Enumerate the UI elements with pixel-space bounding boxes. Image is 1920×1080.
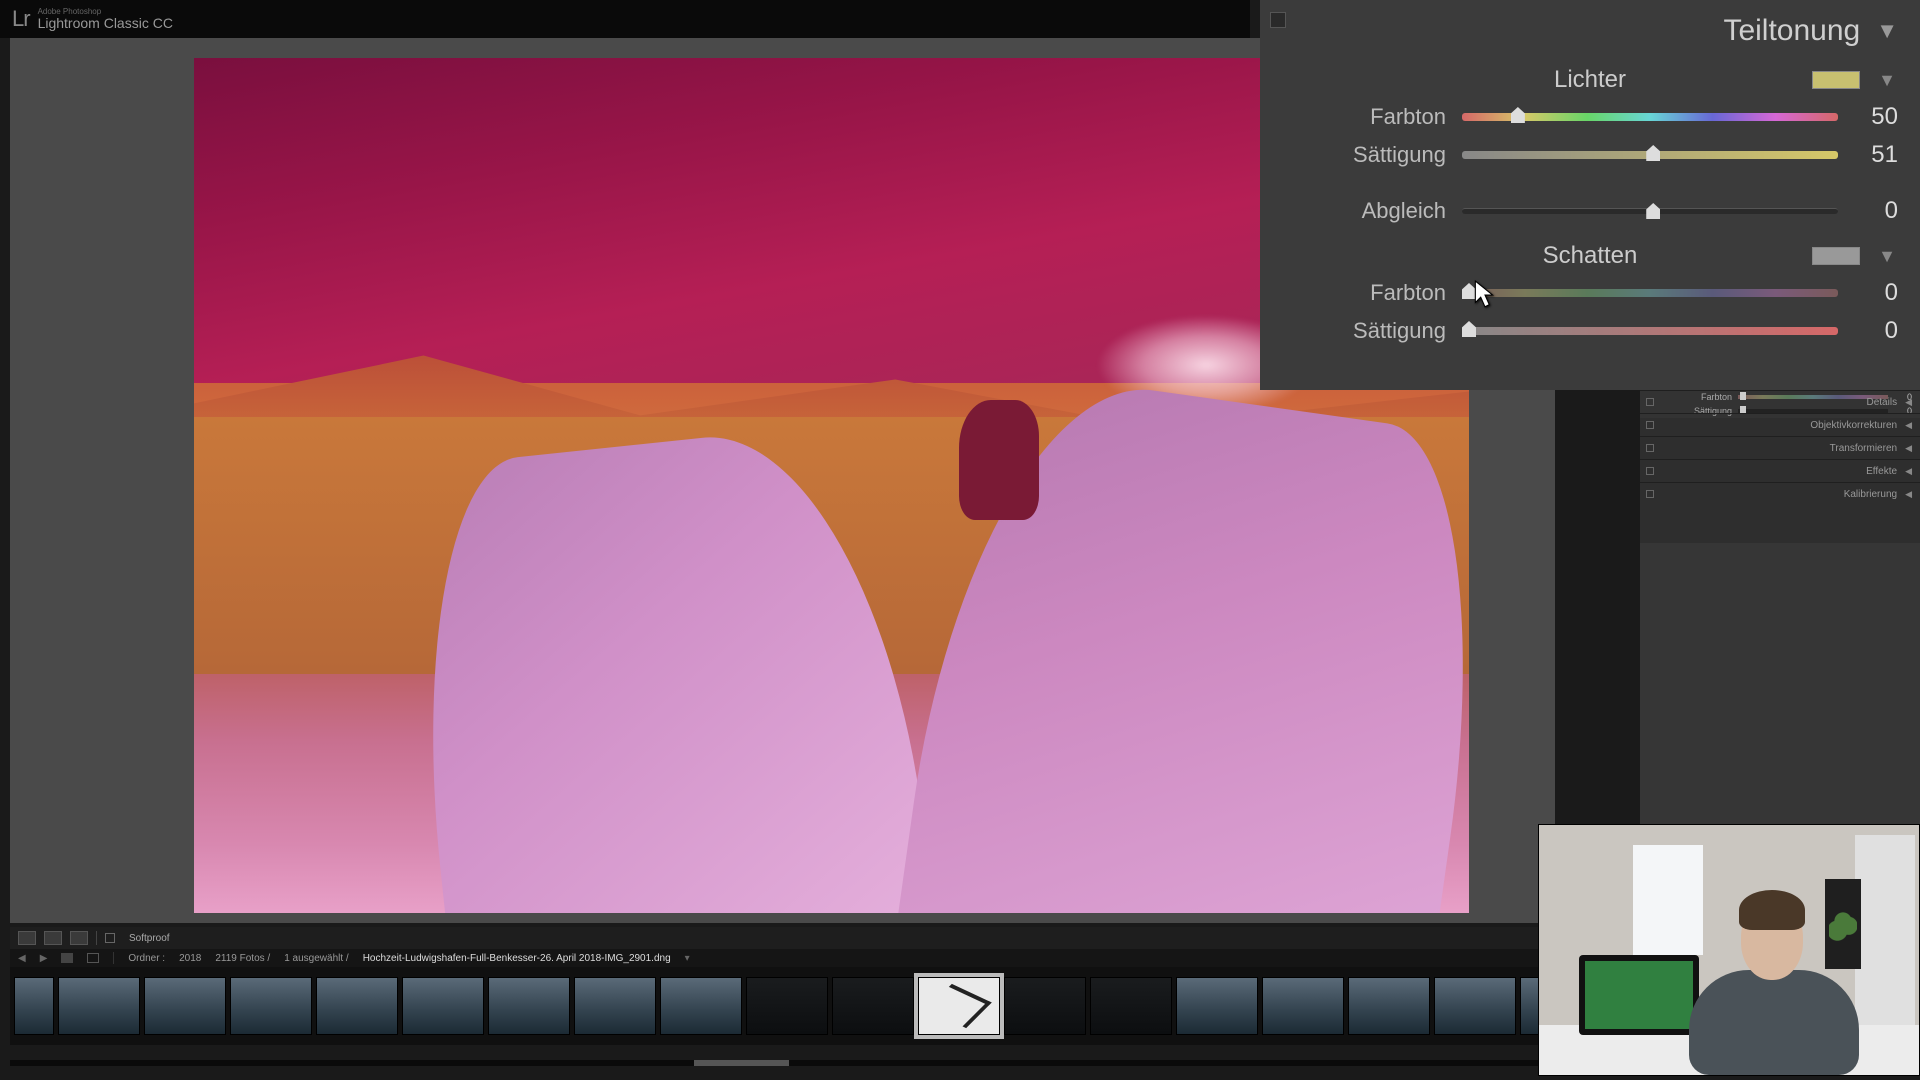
balance-slider[interactable] xyxy=(1462,208,1838,214)
filmstrip-thumb[interactable] xyxy=(574,977,656,1035)
highlights-title: Lichter xyxy=(1554,66,1626,94)
app-logo: Lr xyxy=(12,6,30,32)
filmstrip-thumb[interactable] xyxy=(58,977,140,1035)
selected-count: 1 ausgewählt / xyxy=(284,953,349,964)
folder-name[interactable]: 2018 xyxy=(179,953,201,964)
shadows-sat-slider[interactable] xyxy=(1462,327,1838,335)
highlights-sat-slider[interactable] xyxy=(1462,151,1838,159)
balance-value[interactable]: 0 xyxy=(1838,197,1898,225)
panel-collapse-icon[interactable]: ▼ xyxy=(1876,18,1898,44)
dev-section-effekte[interactable]: Effekte◀ xyxy=(1640,459,1920,482)
photo-count: 2119 Fotos / xyxy=(215,953,270,964)
panel-title: Teiltonung xyxy=(1723,14,1860,48)
folder-label: Ordner : xyxy=(128,953,165,964)
highlights-hue-slider[interactable] xyxy=(1462,113,1838,121)
shadows-title: Schatten xyxy=(1543,242,1638,270)
compare-icon[interactable] xyxy=(70,931,88,945)
panel-toggle-icon[interactable] xyxy=(1270,12,1286,28)
highlights-hue-label: Farbton xyxy=(1282,104,1462,130)
before-after-icon[interactable] xyxy=(44,931,62,945)
highlights-expand-icon[interactable]: ▼ xyxy=(1878,70,1896,91)
filmstrip-thumb[interactable] xyxy=(230,977,312,1035)
balance-label: Abgleich xyxy=(1282,198,1462,224)
highlights-hue-value[interactable]: 50 xyxy=(1838,103,1898,131)
highlights-swatch[interactable] xyxy=(1812,71,1860,89)
split-toning-panel: Teiltonung ▼ Lichter ▼ Farbton 50 Sättig… xyxy=(1260,0,1920,390)
loupe-view-icon[interactable] xyxy=(18,931,36,945)
filmstrip-thumb[interactable] xyxy=(1262,977,1344,1035)
filmstrip-thumb[interactable] xyxy=(660,977,742,1035)
app-subtitle: Adobe Photoshop Lightroom Classic CC xyxy=(38,8,173,30)
filmstrip-thumb[interactable] xyxy=(1434,977,1516,1035)
dev-section-kalibrierung[interactable]: Kalibrierung◀ xyxy=(1640,482,1920,505)
shadows-hue-value[interactable]: 0 xyxy=(1838,279,1898,307)
shadows-hue-label: Farbton xyxy=(1282,280,1462,306)
file-name: Hochzeit-Ludwigshafen-Full-Benkesser-26.… xyxy=(363,953,671,964)
shadows-sat-label: Sättigung xyxy=(1282,318,1462,344)
filmstrip-thumb[interactable] xyxy=(402,977,484,1035)
filmstrip-thumb[interactable] xyxy=(1348,977,1430,1035)
highlights-sat-value[interactable]: 51 xyxy=(1838,141,1898,169)
grid-icon[interactable] xyxy=(61,953,73,963)
filmstrip-thumb[interactable] xyxy=(316,977,398,1035)
highlights-sat-label: Sättigung xyxy=(1282,142,1462,168)
softproof-label: Softproof xyxy=(129,933,170,944)
secondary-icon[interactable] xyxy=(87,953,99,963)
filmstrip-thumb[interactable] xyxy=(1090,977,1172,1035)
shadows-hue-slider[interactable] xyxy=(1462,289,1838,297)
dev-section-transformieren[interactable]: Transformieren◀ xyxy=(1640,436,1920,459)
app-header: Lr Adobe Photoshop Lightroom Classic CC xyxy=(0,0,1250,38)
filmstrip-thumb[interactable] xyxy=(144,977,226,1035)
filmstrip-thumb[interactable] xyxy=(488,977,570,1035)
nav-fwd-icon[interactable]: ▶ xyxy=(40,953,48,964)
nav-back-icon[interactable]: ◀ xyxy=(18,953,26,964)
filmstrip-thumb[interactable] xyxy=(1176,977,1258,1035)
filmstrip-thumb[interactable] xyxy=(746,977,828,1035)
softproof-checkbox[interactable] xyxy=(105,933,115,943)
filmstrip-thumb[interactable] xyxy=(1004,977,1086,1035)
filmstrip-thumb[interactable] xyxy=(918,977,1000,1035)
shadows-sat-value[interactable]: 0 xyxy=(1838,317,1898,345)
dev-section-objektivkorrekturen[interactable]: Objektivkorrekturen◀ xyxy=(1640,413,1920,436)
filmstrip-thumb[interactable] xyxy=(832,977,914,1035)
webcam-overlay xyxy=(1538,824,1920,1076)
filmstrip-thumb[interactable] xyxy=(14,977,54,1035)
shadows-expand-icon[interactable]: ▼ xyxy=(1878,246,1896,267)
shadows-swatch[interactable] xyxy=(1812,247,1860,265)
dev-section-details[interactable]: Details◀ xyxy=(1640,390,1920,413)
